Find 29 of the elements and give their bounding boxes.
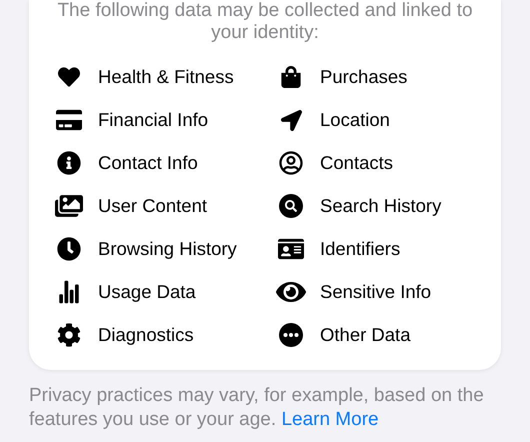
learn-more-link[interactable]: Learn More xyxy=(281,409,379,430)
category-label: Usage Data xyxy=(98,281,196,303)
bar-chart-icon xyxy=(57,280,81,304)
category-label: Financial Info xyxy=(98,109,208,131)
bag-icon xyxy=(280,66,302,88)
photos-icon xyxy=(55,192,83,220)
category-label: Search History xyxy=(320,195,442,217)
category-label: Contacts xyxy=(320,152,394,174)
category-label: Purchases xyxy=(320,66,408,88)
category-label: Other Data xyxy=(320,324,410,346)
intro-text: The following data may be collected and linked to your identity: xyxy=(56,0,474,44)
heart-icon xyxy=(58,66,80,88)
category-label: Diagnostics xyxy=(98,324,194,346)
id-card-icon xyxy=(278,236,304,262)
category-label: Contact Info xyxy=(98,152,198,174)
search-icon xyxy=(279,194,303,218)
gear-icon xyxy=(57,323,81,347)
category-label: Location xyxy=(320,109,390,131)
category-label: Identifiers xyxy=(320,238,400,260)
location-arrow-icon xyxy=(280,110,302,130)
credit-card-icon xyxy=(56,107,82,133)
category-label: User Content xyxy=(98,195,207,217)
category-label: Sensitive Info xyxy=(320,281,432,303)
category-label: Health & Fitness xyxy=(98,66,234,88)
more-icon xyxy=(279,323,303,347)
clock-icon xyxy=(57,237,81,261)
info-icon xyxy=(57,151,81,175)
footer-text: Privacy practices may vary, for example, based on the features you use or your age. Learn More xyxy=(29,384,485,432)
category-label: Browsing History xyxy=(98,238,237,260)
